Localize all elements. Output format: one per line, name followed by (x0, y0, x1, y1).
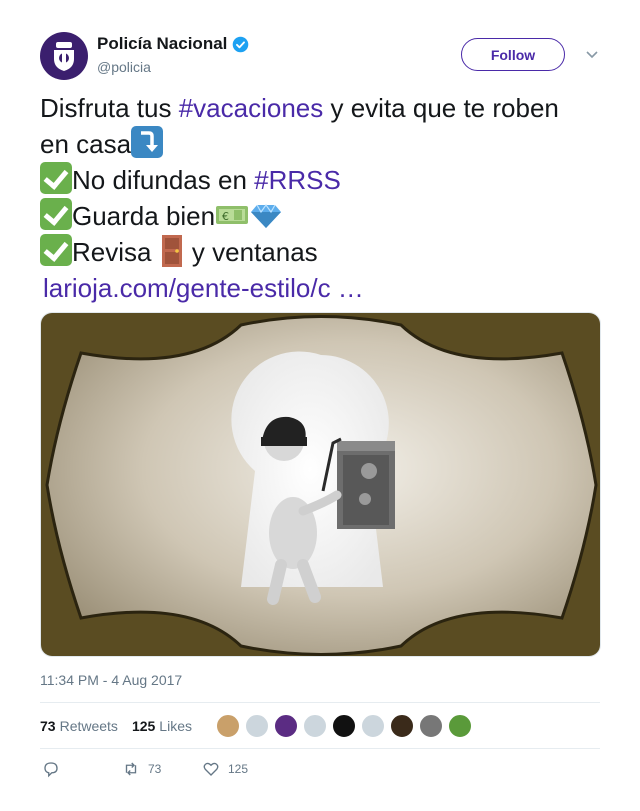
like-icon (203, 762, 219, 776)
user-names[interactable]: Policía Nacional @policia (97, 34, 249, 75)
text-segment: y evita que te roben (323, 93, 559, 123)
like-button[interactable]: 125 (202, 760, 248, 778)
verified-badge-icon (233, 36, 249, 52)
text-segment: No difundas en (72, 165, 255, 195)
reply-button[interactable] (42, 760, 60, 778)
liker-avatars (215, 713, 477, 738)
avatar[interactable] (40, 32, 88, 80)
door-emoji-icon (161, 235, 182, 267)
liker-avatar[interactable] (302, 713, 327, 738)
check-mark-emoji-icon (40, 198, 72, 230)
liker-avatar[interactable] (418, 713, 443, 738)
tweet-line-1: Disfruta tus #vacaciones y evita que te … (40, 90, 605, 126)
tweet-text: Disfruta tus #vacaciones y evita que te … (40, 90, 605, 306)
liker-avatar[interactable] (447, 713, 472, 738)
divider (40, 748, 600, 749)
liker-avatar[interactable] (273, 713, 298, 738)
tweet-line-2: en casa (40, 126, 605, 162)
police-crest-icon (54, 42, 74, 71)
retweet-button[interactable]: 73 (122, 760, 161, 778)
tweet-stats: 73 Retweets 125 Likes (40, 703, 600, 748)
retweets-count: 73 (40, 717, 56, 734)
arrow-down-emoji-icon (131, 126, 164, 158)
retweets-label: Retweets (59, 717, 118, 734)
tweet-line-3: No difundas en #RRSS (40, 162, 605, 198)
likes-count: 125 (131, 717, 156, 734)
display-name[interactable]: Policía Nacional (97, 34, 249, 54)
handle[interactable]: @policia (97, 59, 249, 75)
text-segment: y ventanas (184, 237, 318, 267)
check-mark-emoji-icon (40, 234, 72, 266)
keyhole-thief-illustration (41, 313, 600, 656)
text-segment: en casa (40, 129, 132, 159)
reply-icon (44, 762, 58, 778)
liker-avatar[interactable] (215, 713, 240, 738)
liker-avatar[interactable] (389, 713, 414, 738)
tweet-image[interactable] (40, 312, 601, 657)
text-segment: Revisa (72, 237, 159, 267)
likes-stat[interactable]: 125 Likes (132, 718, 192, 734)
retweet-icon (125, 762, 137, 776)
chevron-down-icon[interactable] (586, 48, 598, 60)
display-name-text[interactable]: Policía Nacional (97, 34, 227, 54)
liker-avatar[interactable] (244, 713, 269, 738)
tweet-line-6: larioja.com/gente-estilo/c … (40, 270, 605, 306)
svg-text:€: € (222, 210, 229, 223)
tweet-header: Policía Nacional @policia Follow (40, 32, 600, 82)
tweet-line-4: Guarda bien € (40, 198, 605, 234)
likes-label: Likes (159, 717, 192, 734)
check-mark-emoji-icon (40, 162, 72, 194)
tweet-line-5: Revisa y ventanas (40, 234, 605, 270)
gem-stone-emoji-icon (251, 203, 282, 228)
retweets-stat[interactable]: 73 Retweets (40, 718, 118, 734)
liker-avatar[interactable] (331, 713, 356, 738)
tweet-actions: 73 125 (40, 760, 600, 784)
hashtag-link[interactable]: #RRSS (254, 165, 341, 195)
like-action-count: 125 (228, 762, 249, 776)
hashtag-link[interactable]: #vacaciones (179, 93, 324, 123)
euro-banknote-emoji-icon: € (216, 206, 249, 224)
tweet-timestamp[interactable]: 11:34 PM - 4 Aug 2017 (40, 672, 182, 688)
article-link[interactable]: larioja.com/gente-estilo/c … (43, 273, 364, 303)
text-segment: Disfruta tus (40, 93, 179, 123)
retweet-action-count: 73 (148, 762, 162, 776)
liker-avatar[interactable] (360, 713, 385, 738)
follow-button[interactable]: Follow (461, 38, 565, 71)
text-segment: Guarda bien (72, 201, 216, 231)
